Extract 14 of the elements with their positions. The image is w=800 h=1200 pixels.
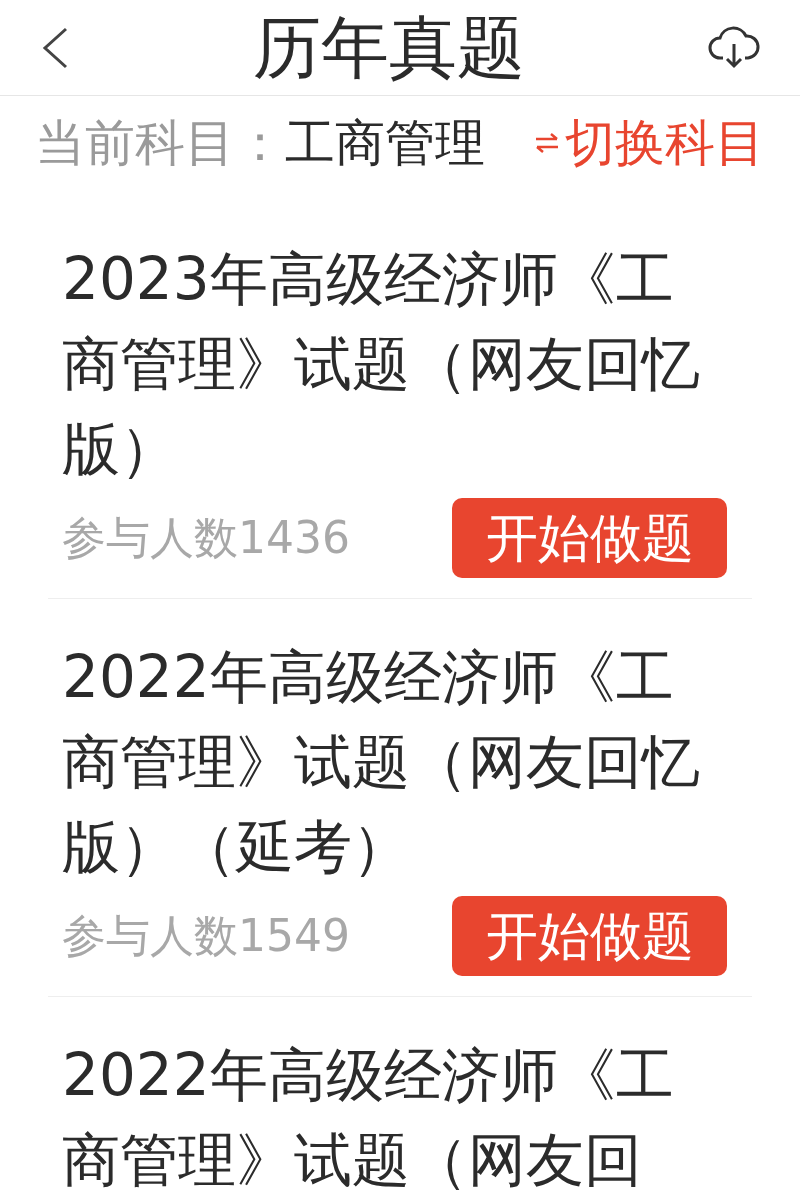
participant-count: 参与人数1549 (62, 909, 350, 963)
switch-subject-button[interactable]: 切换科目 (533, 113, 765, 173)
subject-label: 当前科目： (35, 113, 285, 173)
subject-value: 工商管理 (285, 113, 485, 173)
page-title: 历年真题 (253, 7, 525, 88)
back-icon[interactable] (40, 25, 70, 70)
paper-title[interactable]: 2022年高级经济师《工商管理》试题（网友回 (62, 1033, 702, 1200)
paper-title[interactable]: 2023年高级经济师《工商管理》试题（网友回忆版） (62, 237, 702, 492)
cloud-download-icon[interactable] (708, 25, 760, 70)
paper-title[interactable]: 2022年高级经济师《工商管理》试题（网友回忆版）（延考） (62, 635, 702, 890)
start-quiz-button[interactable]: 开始做题 (452, 896, 727, 976)
start-quiz-button[interactable]: 开始做题 (452, 498, 727, 578)
participant-count: 参与人数1436 (62, 511, 350, 565)
swap-icon (533, 131, 561, 155)
